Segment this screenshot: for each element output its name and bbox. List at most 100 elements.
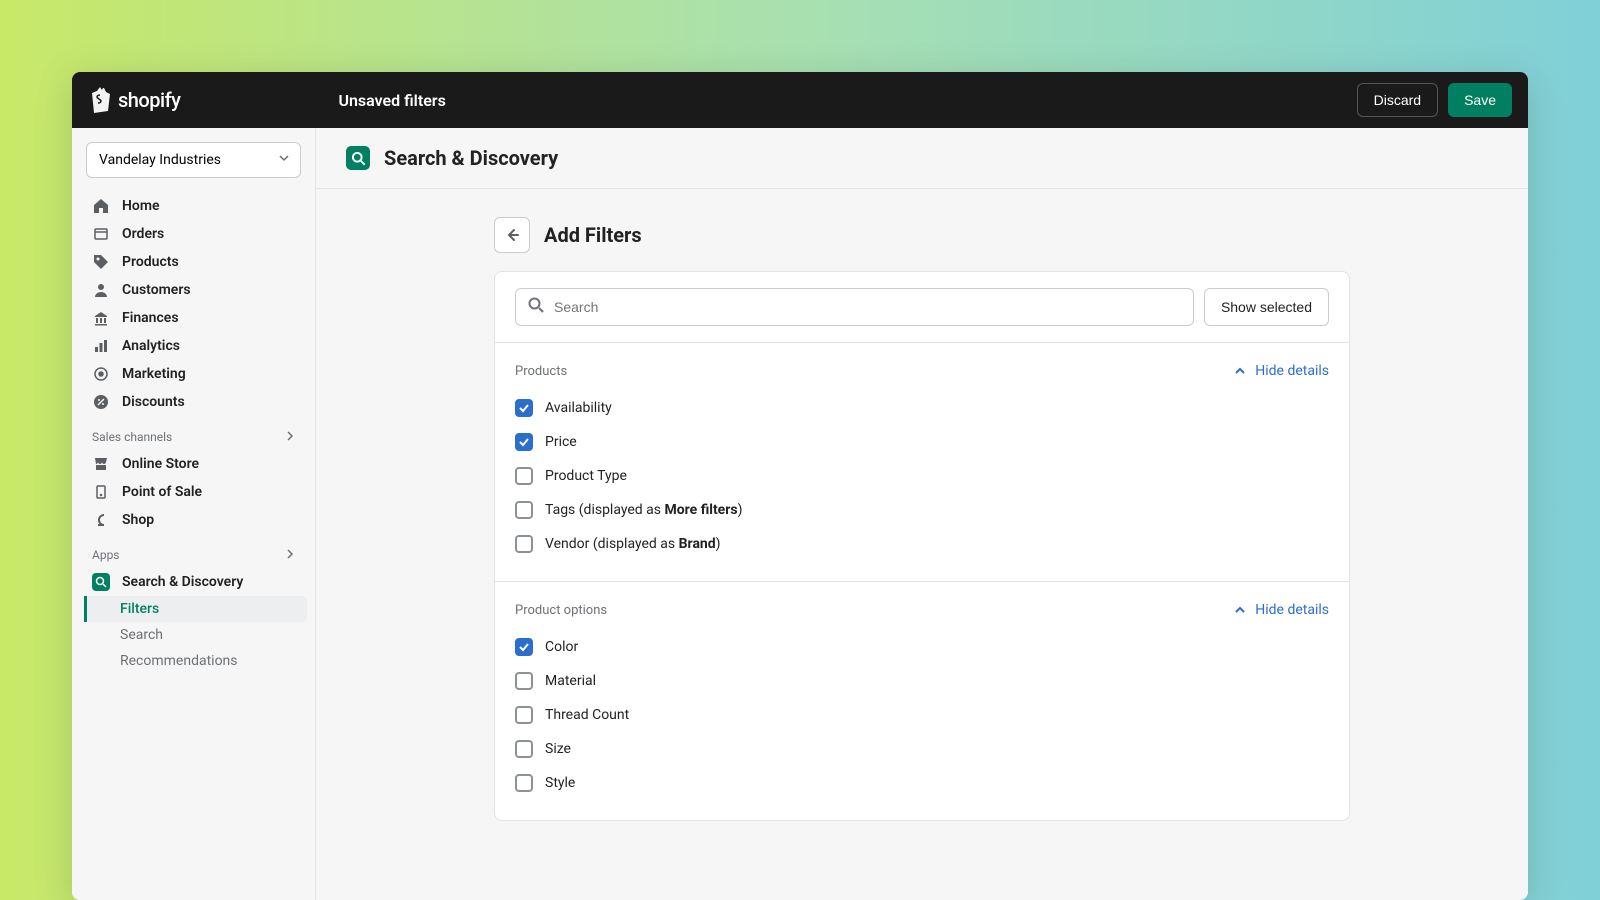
filter-thread-count[interactable]: Thread Count: [515, 698, 1329, 732]
checkbox[interactable]: [515, 638, 533, 656]
checkbox[interactable]: [515, 740, 533, 758]
nav-label: Finances: [122, 310, 179, 326]
sidebar-item-search-discovery[interactable]: Search & Discovery: [80, 568, 307, 596]
nav-label: Online Store: [122, 456, 199, 472]
show-selected-button[interactable]: Show selected: [1204, 288, 1329, 326]
apps-header: Apps: [80, 534, 307, 568]
filter-price[interactable]: Price: [515, 425, 1329, 459]
nav-label: Discounts: [122, 394, 185, 410]
filter-label: Price: [545, 434, 577, 450]
shopify-bag-icon: [88, 87, 112, 113]
check-icon: [518, 436, 530, 448]
group-header: Products Hide details: [515, 363, 1329, 379]
filter-vendor[interactable]: Vendor (displayed as Brand): [515, 527, 1329, 561]
unsaved-title: Unsaved filters: [338, 91, 445, 110]
filter-style[interactable]: Style: [515, 766, 1329, 800]
hide-text: Hide details: [1255, 363, 1329, 379]
filter-size[interactable]: Size: [515, 732, 1329, 766]
nav-label: Point of Sale: [122, 484, 202, 500]
body-area: Vandelay Industries Home Orders Products…: [72, 128, 1528, 900]
nav-label: Search & Discovery: [122, 574, 243, 590]
group-header: Product options Hide details: [515, 602, 1329, 618]
chevron-right-icon[interactable]: [285, 548, 295, 562]
sub-item-filters[interactable]: Filters: [84, 596, 307, 622]
save-button[interactable]: Save: [1448, 83, 1512, 117]
hide-details-link[interactable]: Hide details: [1233, 363, 1329, 379]
check-icon: [518, 641, 530, 653]
home-icon: [92, 197, 110, 215]
section-text: Sales channels: [92, 430, 172, 444]
filter-color[interactable]: Color: [515, 630, 1329, 664]
sidebar-item-marketing[interactable]: Marketing: [80, 360, 307, 388]
nav-label: Orders: [122, 226, 164, 242]
checkbox[interactable]: [515, 501, 533, 519]
page-inner: Add Filters Show selected: [494, 217, 1350, 821]
filter-label: Tags (displayed as More filters): [545, 502, 742, 518]
nav-label: Home: [122, 198, 160, 214]
section-text: Apps: [92, 548, 120, 562]
filter-tags[interactable]: Tags (displayed as More filters): [515, 493, 1329, 527]
sidebar-item-products[interactable]: Products: [80, 248, 307, 276]
analytics-icon: [92, 337, 110, 355]
store-name: Vandelay Industries: [99, 152, 221, 168]
sub-item-recommendations[interactable]: Recommendations: [84, 648, 307, 674]
sidebar-item-online-store[interactable]: Online Store: [80, 450, 307, 478]
search-input[interactable]: [515, 288, 1194, 326]
checkbox[interactable]: [515, 399, 533, 417]
sub-nav: Filters Search Recommendations: [84, 596, 307, 674]
sidebar-item-pos[interactable]: Point of Sale: [80, 478, 307, 506]
shopify-logo: shopify: [88, 87, 180, 113]
page-title: Add Filters: [544, 223, 642, 247]
checkbox[interactable]: [515, 433, 533, 451]
page-body: Add Filters Show selected: [316, 189, 1528, 821]
pos-icon: [92, 483, 110, 501]
filter-label: Thread Count: [545, 707, 629, 723]
store-selector[interactable]: Vandelay Industries: [86, 142, 301, 178]
sidebar-item-finances[interactable]: Finances: [80, 304, 307, 332]
products-icon: [92, 253, 110, 271]
filter-product-type[interactable]: Product Type: [515, 459, 1329, 493]
customers-icon: [92, 281, 110, 299]
finances-icon: [92, 309, 110, 327]
nav-label: Analytics: [122, 338, 180, 354]
filter-label: Availability: [545, 400, 612, 416]
filter-label: Color: [545, 639, 578, 655]
checkbox[interactable]: [515, 535, 533, 553]
brand-name: shopify: [118, 88, 180, 112]
filter-material[interactable]: Material: [515, 664, 1329, 698]
filter-availability[interactable]: Availability: [515, 391, 1329, 425]
checkbox[interactable]: [515, 467, 533, 485]
search-icon: [527, 296, 545, 318]
discard-button[interactable]: Discard: [1357, 83, 1438, 117]
app-title: Search & Discovery: [384, 146, 558, 170]
page-title-row: Add Filters: [494, 217, 1350, 253]
sidebar-item-shop[interactable]: Shop: [80, 506, 307, 534]
sidebar-item-home[interactable]: Home: [80, 192, 307, 220]
sidebar-item-customers[interactable]: Customers: [80, 276, 307, 304]
filter-label: Material: [545, 673, 596, 689]
filter-label: Product Type: [545, 468, 627, 484]
chevron-down-icon: [278, 152, 290, 168]
sidebar-item-discounts[interactable]: Discounts: [80, 388, 307, 416]
filters-card: Show selected Products Hide details: [494, 271, 1350, 821]
group-title: Products: [515, 364, 567, 379]
checkbox[interactable]: [515, 774, 533, 792]
checkbox[interactable]: [515, 672, 533, 690]
sidebar-item-analytics[interactable]: Analytics: [80, 332, 307, 360]
check-icon: [518, 402, 530, 414]
sidebar-item-orders[interactable]: Orders: [80, 220, 307, 248]
group-title: Product options: [515, 603, 607, 618]
hide-details-link[interactable]: Hide details: [1233, 602, 1329, 618]
chevron-right-icon[interactable]: [285, 430, 295, 444]
back-button[interactable]: [494, 217, 530, 253]
top-actions: Discard Save: [1357, 83, 1512, 117]
sub-item-search[interactable]: Search: [84, 622, 307, 648]
card-toolbar: Show selected: [495, 272, 1349, 343]
filter-label: Style: [545, 775, 575, 791]
store-icon: [92, 455, 110, 473]
nav-label: Marketing: [122, 366, 186, 382]
main-content: Search & Discovery Add Filters: [316, 128, 1528, 900]
sales-channels-header: Sales channels: [80, 416, 307, 450]
checkbox[interactable]: [515, 706, 533, 724]
search-discovery-icon: [346, 146, 370, 170]
